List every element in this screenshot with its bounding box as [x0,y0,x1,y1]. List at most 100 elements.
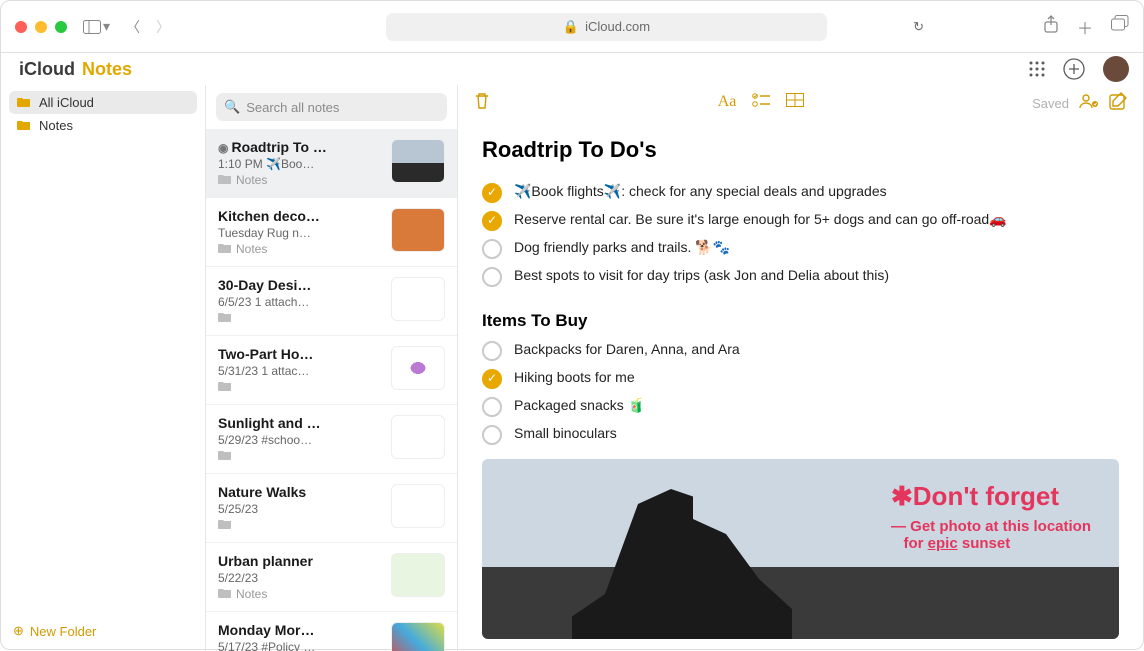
checkbox[interactable] [482,267,502,287]
note-item-title: Urban planner [218,553,383,569]
folder-icon [17,118,31,133]
close-window-button[interactable] [15,21,27,33]
note-content-pane: Aa Saved Roadtrip To Do's ✈️Book flights… [458,85,1143,651]
brand-icloud: iCloud [19,59,75,80]
note-list-item[interactable]: 30-Day Desi… 6/5/23 1 attach… [206,267,457,336]
checklist-item: Small binoculars [482,425,1119,445]
checklist-item: Best spots to visit for day trips (ask J… [482,267,1119,287]
folder-icon [218,242,232,256]
checkbox[interactable] [482,183,502,203]
note-thumbnail [391,277,445,321]
checkbox[interactable] [482,397,502,417]
format-icon[interactable]: Aa [718,93,737,114]
note-item-subtitle: 5/29/23 #schoo… [218,433,383,447]
collaborate-icon[interactable] [1079,93,1099,114]
annotation-line2: — Get photo at this location for epic su… [891,518,1091,552]
reload-icon[interactable]: ↻ [913,19,924,35]
compose-icon[interactable] [1109,92,1127,115]
delete-icon[interactable] [474,92,490,115]
checklist-icon[interactable] [752,93,770,114]
create-icon[interactable] [1063,58,1085,80]
note-item-title: Monday Mor… [218,622,383,638]
brand-notes: Notes [82,59,132,80]
note-toolbar: Aa Saved [458,85,1143,121]
note-item-folder [218,311,383,325]
folder-label: All iCloud [39,95,94,110]
folder-icon [218,380,232,394]
note-thumbnail [391,622,445,651]
address-text: iCloud.com [585,19,650,34]
note-list-pane: 🔍 Search all notes ◉Roadtrip To …1:10 PM… [206,85,458,651]
new-folder-label: New Folder [30,624,96,639]
note-item-subtitle: 5/25/23 [218,502,383,516]
sidebar-folder[interactable]: All iCloud [9,91,197,114]
app-grid-icon[interactable] [1029,61,1045,77]
checklist-item: Reserve rental car. Be sure it's large e… [482,211,1119,231]
note-list-item[interactable]: ◉Roadtrip To …1:10 PM ✈️Boo…Notes [206,129,457,198]
note-thumbnail [391,139,445,183]
checklist-text: Dog friendly parks and trails. 🐕🐾 [514,239,730,256]
note-list-item[interactable]: Urban planner 5/22/23 Notes [206,543,457,612]
folder-icon [218,311,232,325]
checklist-text: Packaged snacks 🧃 [514,397,645,414]
note-item-title: ◉Roadtrip To … [218,139,383,155]
note-item-subtitle: 6/5/23 1 attach… [218,295,383,309]
note-subheading: Items To Buy [482,311,1119,331]
checklist-text: Backpacks for Daren, Anna, and Ara [514,341,740,357]
search-input[interactable]: 🔍 Search all notes [216,93,447,121]
app-header: iCloud Notes [1,53,1143,85]
avatar[interactable] [1103,56,1129,82]
sidebar: All iCloud Notes ⊕ New Folder [1,85,206,651]
safari-toolbar: ▾ 〈 〉 🔒 iCloud.com ↻ ＋ [1,1,1143,53]
checkbox[interactable] [482,369,502,389]
shared-icon: ◉ [218,141,228,155]
note-list-item[interactable]: Sunlight and … 5/29/23 #schoo… [206,405,457,474]
checklist-text: Small binoculars [514,425,617,441]
note-item-folder [218,518,383,532]
note-list-item[interactable]: Two-Part Ho…5/31/23 1 attac… [206,336,457,405]
note-thumbnail [391,553,445,597]
search-icon: 🔍 [224,99,240,115]
checkbox[interactable] [482,211,502,231]
cyclist-silhouette [572,489,792,639]
search-placeholder: Search all notes [246,100,339,115]
folder-icon [218,587,232,601]
new-tab-icon[interactable]: ＋ [1077,15,1093,39]
note-title: Roadtrip To Do's [482,137,1119,163]
checklist-item: Dog friendly parks and trails. 🐕🐾 [482,239,1119,259]
folder-icon [218,173,232,187]
note-item-folder [218,449,383,463]
note-item-folder [218,380,383,394]
checkbox[interactable] [482,425,502,445]
annotation-line1: ✱Don't forget [891,481,1091,512]
address-bar[interactable]: 🔒 iCloud.com ↻ [386,13,827,41]
note-image: ✱Don't forget — Get photo at this locati… [482,459,1119,639]
checkbox[interactable] [482,341,502,361]
window-controls [15,21,67,33]
note-list-item[interactable]: Nature Walks5/25/23 [206,474,457,543]
note-item-subtitle: 5/22/23 [218,571,383,585]
sidebar-folder[interactable]: Notes [9,114,197,137]
forward-button[interactable]: 〉 [156,17,170,37]
note-thumbnail [391,415,445,459]
note-body[interactable]: Roadtrip To Do's ✈️Book flights✈️: check… [458,121,1143,651]
saved-label: Saved [1032,96,1069,111]
minimize-window-button[interactable] [35,21,47,33]
checklist-item: Backpacks for Daren, Anna, and Ara [482,341,1119,361]
note-list-item[interactable]: Kitchen deco…Tuesday Rug n…Notes [206,198,457,267]
note-list-item[interactable]: Monday Mor…5/17/23 #Policy …Notes [206,612,457,651]
lock-icon: 🔒 [563,19,579,35]
checkbox[interactable] [482,239,502,259]
fullscreen-window-button[interactable] [55,21,67,33]
table-icon[interactable] [786,93,804,114]
sidebar-toggle-icon[interactable]: ▾ [83,18,110,35]
checklist-text: Reserve rental car. Be sure it's large e… [514,211,1007,228]
back-button[interactable]: 〈 [126,17,140,37]
note-item-title: 30-Day Desi… [218,277,383,293]
tabs-icon[interactable] [1111,15,1129,39]
note-item-folder: Notes [218,587,383,601]
new-folder-button[interactable]: ⊕ New Folder [1,611,205,651]
note-item-title: Sunlight and … [218,415,383,431]
checklist-item: ✈️Book flights✈️: check for any special … [482,183,1119,203]
share-icon[interactable] [1043,15,1059,39]
